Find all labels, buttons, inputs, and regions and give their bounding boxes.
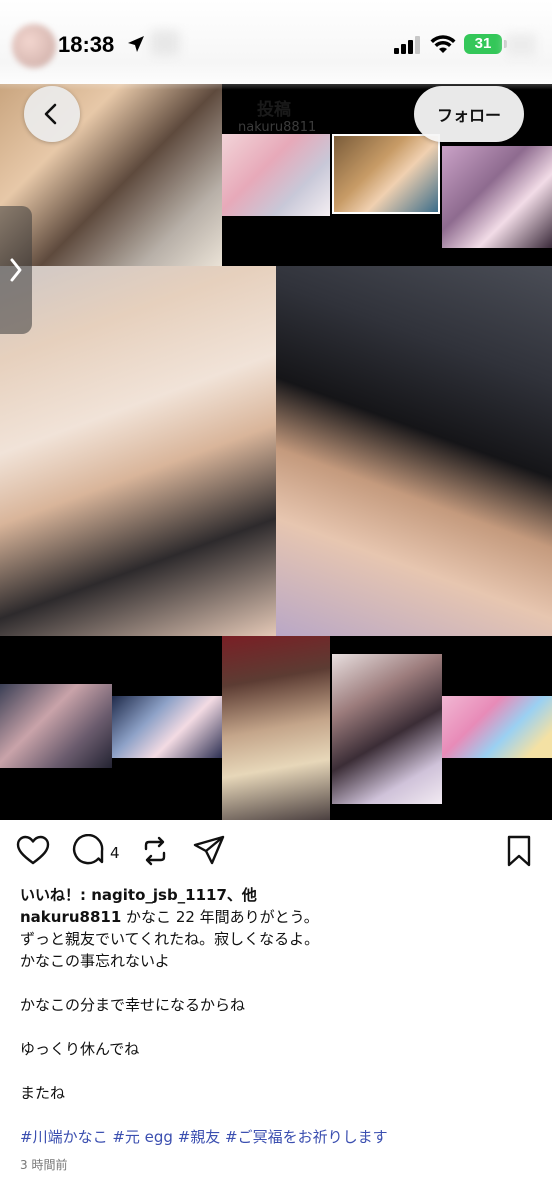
post-timestamp: 3 時間前 — [20, 1158, 68, 1172]
collage-photo — [332, 654, 442, 804]
status-bar: 18:38 31 — [0, 0, 552, 90]
caption-line: かなこの分まで幸せになるからね — [20, 996, 246, 1014]
collage-photo — [0, 684, 112, 768]
chevron-left-icon — [44, 103, 57, 125]
post-image[interactable] — [0, 84, 552, 820]
bookmark-icon[interactable] — [502, 834, 536, 868]
comment-count: 4 — [110, 844, 120, 862]
page-title: 投稿 — [257, 100, 291, 120]
page-subtitle: nakuru8811 — [238, 120, 317, 135]
comment-bubble-icon[interactable] — [72, 834, 106, 868]
caption-line: ゆっくり休んでね — [20, 1040, 140, 1058]
collage-photo — [442, 696, 552, 758]
collage-photo — [222, 636, 330, 820]
caption-line — [20, 1016, 540, 1038]
caption-first-line: nakuru8811 かなこ 22 年間ありがとう。 — [20, 906, 540, 928]
caption-line: またね — [20, 1084, 66, 1102]
caption-username[interactable]: nakuru8811 — [20, 908, 121, 926]
wifi-icon — [430, 35, 456, 53]
hashtags[interactable]: #川端かなこ #元 egg #親友 #ご冥福をお祈りします — [20, 1126, 388, 1147]
caption-line — [20, 972, 540, 994]
collage-photo — [222, 134, 330, 216]
post-actions: 4 — [0, 828, 552, 876]
follow-button[interactable]: フォロー — [414, 86, 524, 142]
repost-icon[interactable] — [138, 834, 172, 868]
caption-line: かなこの事忘れないよ — [20, 952, 170, 970]
send-icon[interactable] — [192, 834, 226, 868]
caption-line: ずっと親友でいてくれたね。寂しくなるよ。 — [20, 930, 320, 948]
collage-photo — [332, 134, 440, 214]
status-blur — [150, 30, 180, 56]
location-arrow-icon — [128, 36, 144, 52]
collage-photo — [112, 696, 222, 758]
chevron-right-icon — [10, 258, 22, 282]
likes-summary[interactable]: いいね！: nagito_jsb_1117、他 — [20, 884, 540, 906]
signal-icon — [394, 36, 420, 54]
status-time: 18:38 — [58, 32, 115, 57]
avatar — [12, 24, 56, 68]
side-panel-handle[interactable] — [0, 206, 32, 334]
collage-photo — [442, 146, 552, 248]
heart-icon[interactable] — [16, 834, 50, 868]
battery-indicator: 31 — [464, 34, 502, 54]
status-blur — [506, 34, 536, 56]
caption-line — [20, 1060, 540, 1082]
caption-text: かなこ 22 年間ありがとう。 — [121, 908, 319, 926]
collage-photo — [0, 266, 276, 636]
collage-photo — [276, 266, 552, 636]
post-caption: いいね！: nagito_jsb_1117、他 nakuru8811 かなこ 2… — [20, 884, 540, 1104]
back-button[interactable] — [24, 86, 80, 142]
